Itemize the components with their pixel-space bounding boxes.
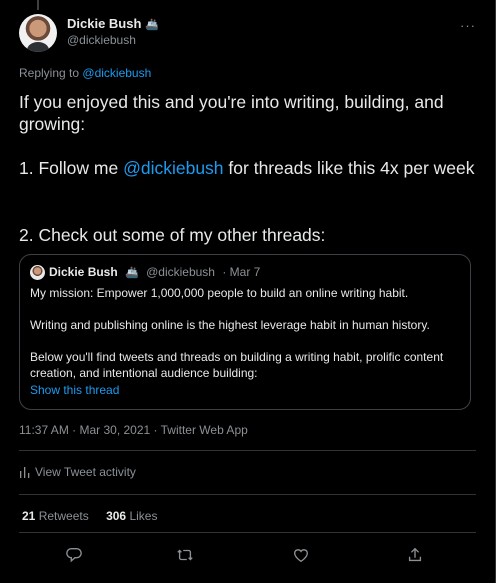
- replying-to: Replying to @dickiebush: [19, 66, 151, 80]
- quoted-text-line-1: My mission: Empower 1,000,000 people to …: [30, 286, 409, 300]
- more-options-icon[interactable]: ···: [460, 18, 476, 33]
- tweet-stats: 21 Retweets 306 Likes: [22, 509, 171, 523]
- quoted-header: Dickie Bush 🚢 @dickiebush · Mar 7: [49, 265, 260, 279]
- tweet-header: Dickie Bush 🚢 @dickiebush ···: [19, 14, 476, 54]
- quoted-handle: @dickiebush: [146, 265, 215, 279]
- retweets-count: 21: [22, 509, 36, 523]
- view-tweet-activity[interactable]: View Tweet activity: [19, 465, 136, 479]
- tweet-paragraph-2: 1. Follow me @dickiebush for threads lik…: [19, 157, 476, 179]
- ship-emoji-icon: 🚢: [145, 19, 160, 31]
- quoted-author-name: Dickie Bush: [49, 265, 118, 279]
- quoted-ship-emoji-icon: 🚢: [125, 267, 139, 279]
- author-name-text[interactable]: Dickie Bush: [67, 16, 141, 31]
- retweets-label: Retweets: [38, 509, 89, 523]
- replying-handle-link[interactable]: @dickiebush: [82, 66, 151, 80]
- tweet-paragraph-3: 2. Check out some of my other threads:: [19, 225, 326, 245]
- likes-count: 306: [106, 509, 127, 523]
- retweets-stat[interactable]: 21 Retweets: [22, 509, 89, 523]
- show-thread-link[interactable]: Show this thread: [30, 383, 119, 397]
- author-name[interactable]: Dickie Bush 🚢: [67, 16, 159, 31]
- reply-icon[interactable]: [65, 546, 83, 564]
- quoted-date: · Mar 7: [222, 265, 261, 279]
- follow-suffix-text: for threads like this 4x per week: [228, 158, 475, 178]
- avatar[interactable]: [19, 14, 57, 52]
- activity-label[interactable]: View Tweet activity: [35, 465, 136, 479]
- author-handle[interactable]: @dickiebush: [67, 33, 136, 47]
- tweet-actions: [0, 544, 496, 570]
- share-icon[interactable]: [406, 546, 424, 564]
- divider: [19, 494, 476, 495]
- divider: [19, 532, 476, 533]
- mention-link[interactable]: @dickiebush: [123, 158, 223, 178]
- divider: [19, 450, 476, 451]
- like-icon[interactable]: [292, 546, 310, 564]
- analytics-bars-icon: [20, 467, 30, 478]
- quoted-avatar: [30, 265, 45, 280]
- tweet-timestamp[interactable]: 11:37 AM · Mar 30, 2021 · Twitter Web Ap…: [19, 423, 248, 437]
- likes-stat[interactable]: 306 Likes: [106, 509, 157, 523]
- retweet-icon[interactable]: [176, 546, 194, 564]
- quoted-tweet-card[interactable]: Dickie Bush 🚢 @dickiebush · Mar 7 My mis…: [19, 254, 471, 410]
- quoted-text-line-2: Writing and publishing online is the hig…: [30, 318, 430, 332]
- tweet-paragraph-1: If you enjoyed this and you're into writ…: [19, 92, 444, 134]
- quoted-text-line-3: Below you'll find tweets and threads on …: [30, 350, 444, 380]
- follow-text: 1. Follow me: [19, 158, 119, 178]
- likes-label: Likes: [129, 509, 158, 523]
- replying-prefix: Replying to: [19, 66, 80, 80]
- thread-connector-line: [37, 0, 39, 10]
